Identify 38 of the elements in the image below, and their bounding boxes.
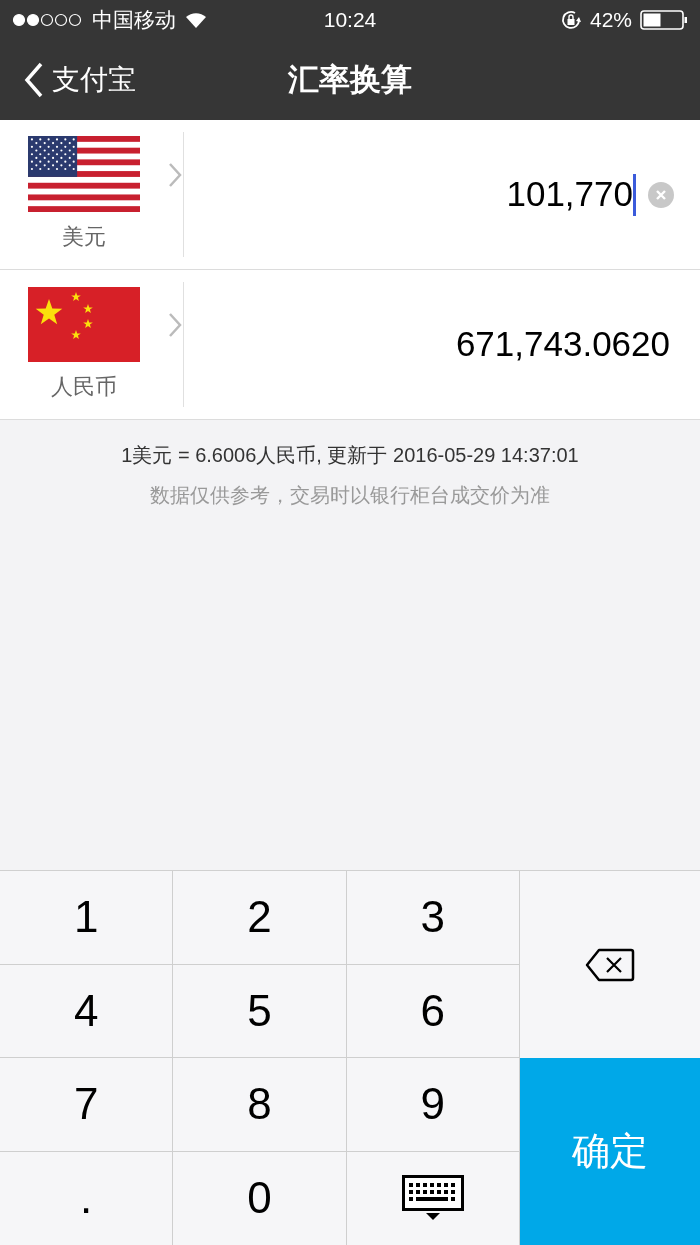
chevron-right-icon xyxy=(168,311,182,338)
keypad-key[interactable]: 0 xyxy=(173,1151,347,1245)
clear-button[interactable] xyxy=(648,181,674,208)
clock-time: 10:24 xyxy=(322,7,378,34)
keypad-key[interactable]: 2 xyxy=(173,871,347,965)
currency-name: 人民币 xyxy=(51,372,117,401)
carrier-name: 中国移动 xyxy=(92,7,176,34)
keypad-key[interactable]: . xyxy=(0,1151,174,1245)
flag-icon xyxy=(28,136,140,212)
rotation-lock-icon xyxy=(559,9,582,31)
keypad-key[interactable]: 7 xyxy=(0,1058,174,1152)
signal-icon xyxy=(12,13,84,27)
keypad-key[interactable]: 6 xyxy=(346,964,520,1058)
keypad-key[interactable]: 4 xyxy=(0,964,174,1058)
backspace-icon xyxy=(585,947,635,982)
text-caret xyxy=(633,173,636,216)
amount-field[interactable]: 101,770 xyxy=(506,168,636,221)
rate-info: 1美元 = 6.6006人民币, 更新于 2016-05-29 14:37:01 xyxy=(121,443,579,468)
keypad-key[interactable]: 9 xyxy=(346,1058,520,1152)
page-title: 汇率换算 xyxy=(288,60,412,99)
keypad-key[interactable]: 8 xyxy=(173,1058,347,1152)
currency-selector[interactable]: 人民币 xyxy=(0,282,184,407)
currency-selector[interactable]: 美元 xyxy=(0,132,184,257)
keypad-key[interactable]: 5 xyxy=(173,964,347,1058)
chevron-right-icon xyxy=(168,161,182,188)
keypad-key[interactable]: 3 xyxy=(346,871,520,965)
close-icon xyxy=(655,188,667,201)
amount-value: 671,743.0620 xyxy=(455,323,670,366)
back-button[interactable]: 支付宝 xyxy=(24,40,136,120)
wifi-icon xyxy=(184,11,208,29)
battery-percent: 42% xyxy=(589,7,632,34)
disclaimer-text: 数据仅供参考，交易时以银行柜台成交价为准 xyxy=(150,483,550,508)
flag-icon xyxy=(28,286,140,362)
battery-icon xyxy=(640,10,688,30)
keypad-key[interactable]: 1 xyxy=(0,871,174,965)
currency-name: 美元 xyxy=(62,223,106,251)
keyboard-hide-icon xyxy=(401,1175,464,1222)
chevron-left-icon xyxy=(24,62,44,98)
